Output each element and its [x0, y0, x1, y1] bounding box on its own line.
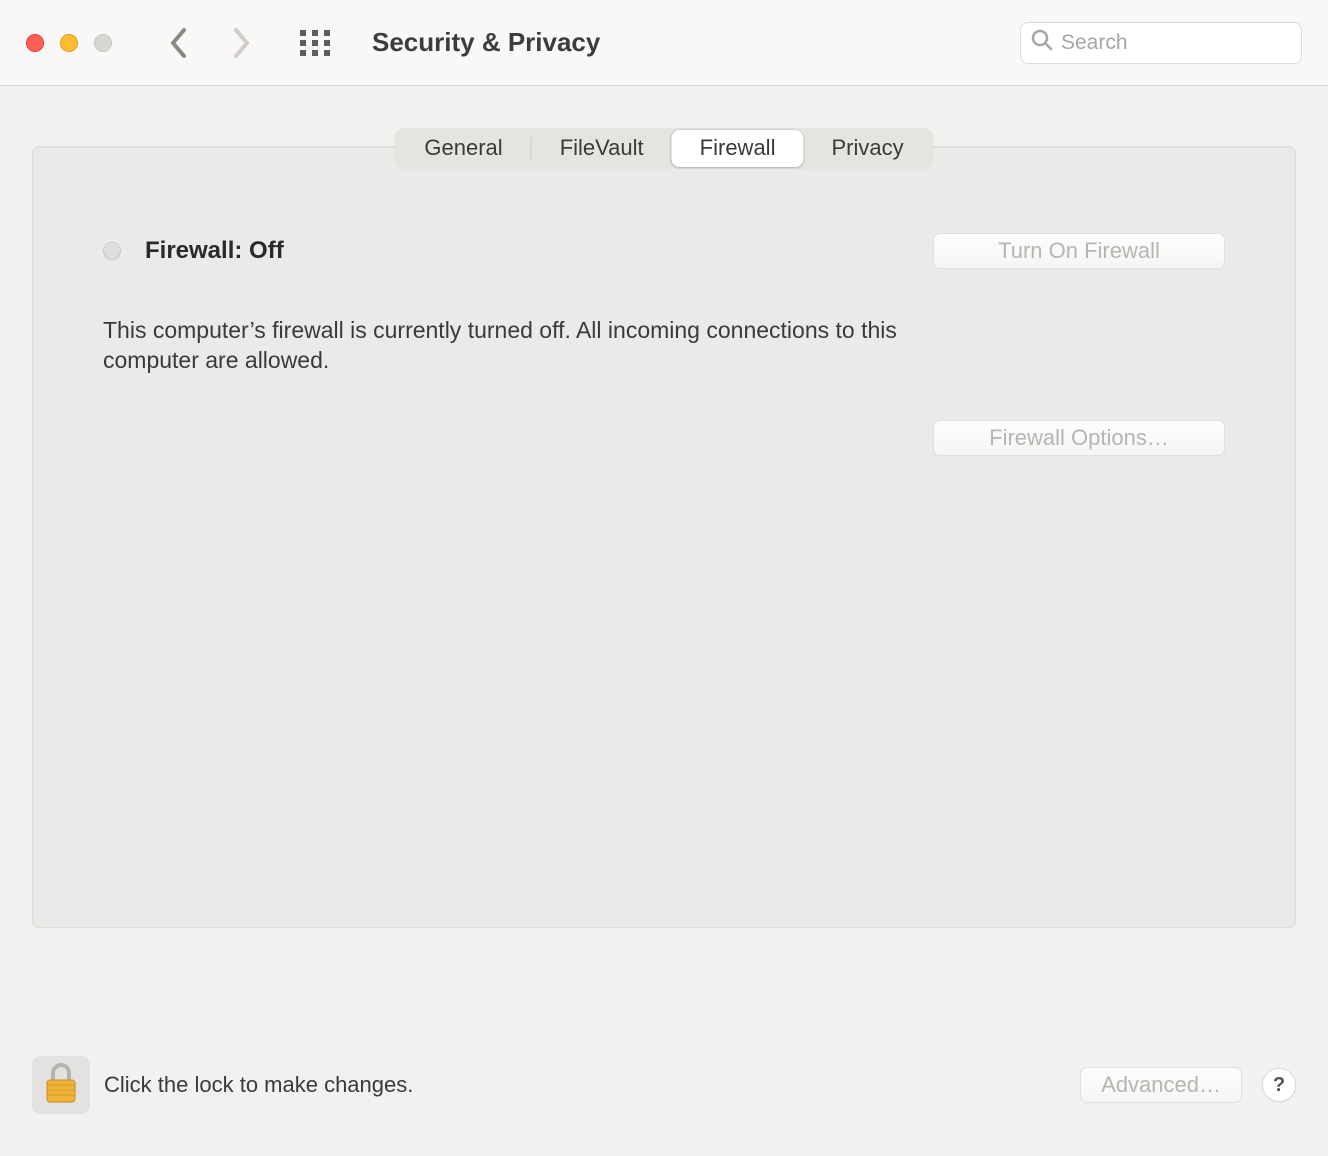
show-all-icon[interactable] [300, 30, 330, 56]
tab-filevault[interactable]: FileVault [532, 130, 672, 167]
lock-button[interactable] [32, 1056, 90, 1114]
firewall-status-row: Firewall: Off Turn On Firewall [103, 233, 1225, 269]
titlebar: Security & Privacy [0, 0, 1328, 86]
firewall-description: This computer’s firewall is currently tu… [103, 315, 963, 376]
preferences-panel: Firewall: Off Turn On Firewall This comp… [32, 146, 1296, 928]
tab-label: Firewall [700, 135, 776, 160]
close-window-button[interactable] [26, 34, 44, 52]
main-content: General FileVault Firewall Privacy Firew… [0, 86, 1328, 1156]
firewall-status-label: Firewall: Off [145, 237, 284, 265]
search-field[interactable] [1020, 22, 1302, 64]
tab-general[interactable]: General [396, 130, 530, 167]
firewall-status: Firewall: Off [103, 237, 284, 265]
window-controls [26, 34, 112, 52]
tab-bar: General FileVault Firewall Privacy [394, 128, 933, 169]
firewall-options-row: Firewall Options… [103, 420, 1225, 456]
firewall-options-button[interactable]: Firewall Options… [933, 420, 1225, 456]
turn-on-firewall-button[interactable]: Turn On Firewall [933, 233, 1225, 269]
window-title: Security & Privacy [372, 27, 600, 58]
tab-privacy[interactable]: Privacy [803, 130, 931, 167]
search-input[interactable] [1061, 31, 1328, 55]
status-indicator-icon [103, 242, 121, 260]
footer: Click the lock to make changes. Advanced… [32, 948, 1296, 1156]
advanced-button[interactable]: Advanced… [1080, 1067, 1242, 1103]
zoom-window-button[interactable] [94, 34, 112, 52]
help-icon: ? [1273, 1074, 1285, 1097]
tab-label: FileVault [560, 135, 644, 160]
search-icon [1031, 29, 1053, 56]
tab-label: General [424, 135, 502, 160]
minimize-window-button[interactable] [60, 34, 78, 52]
back-button[interactable] [170, 28, 188, 58]
tab-firewall[interactable]: Firewall [672, 130, 804, 167]
tab-label: Privacy [831, 135, 903, 160]
forward-button[interactable] [232, 28, 250, 58]
nav-arrows [170, 28, 250, 58]
help-button[interactable]: ? [1262, 1068, 1296, 1102]
lock-icon [41, 1060, 81, 1111]
lock-hint-text: Click the lock to make changes. [104, 1072, 413, 1098]
